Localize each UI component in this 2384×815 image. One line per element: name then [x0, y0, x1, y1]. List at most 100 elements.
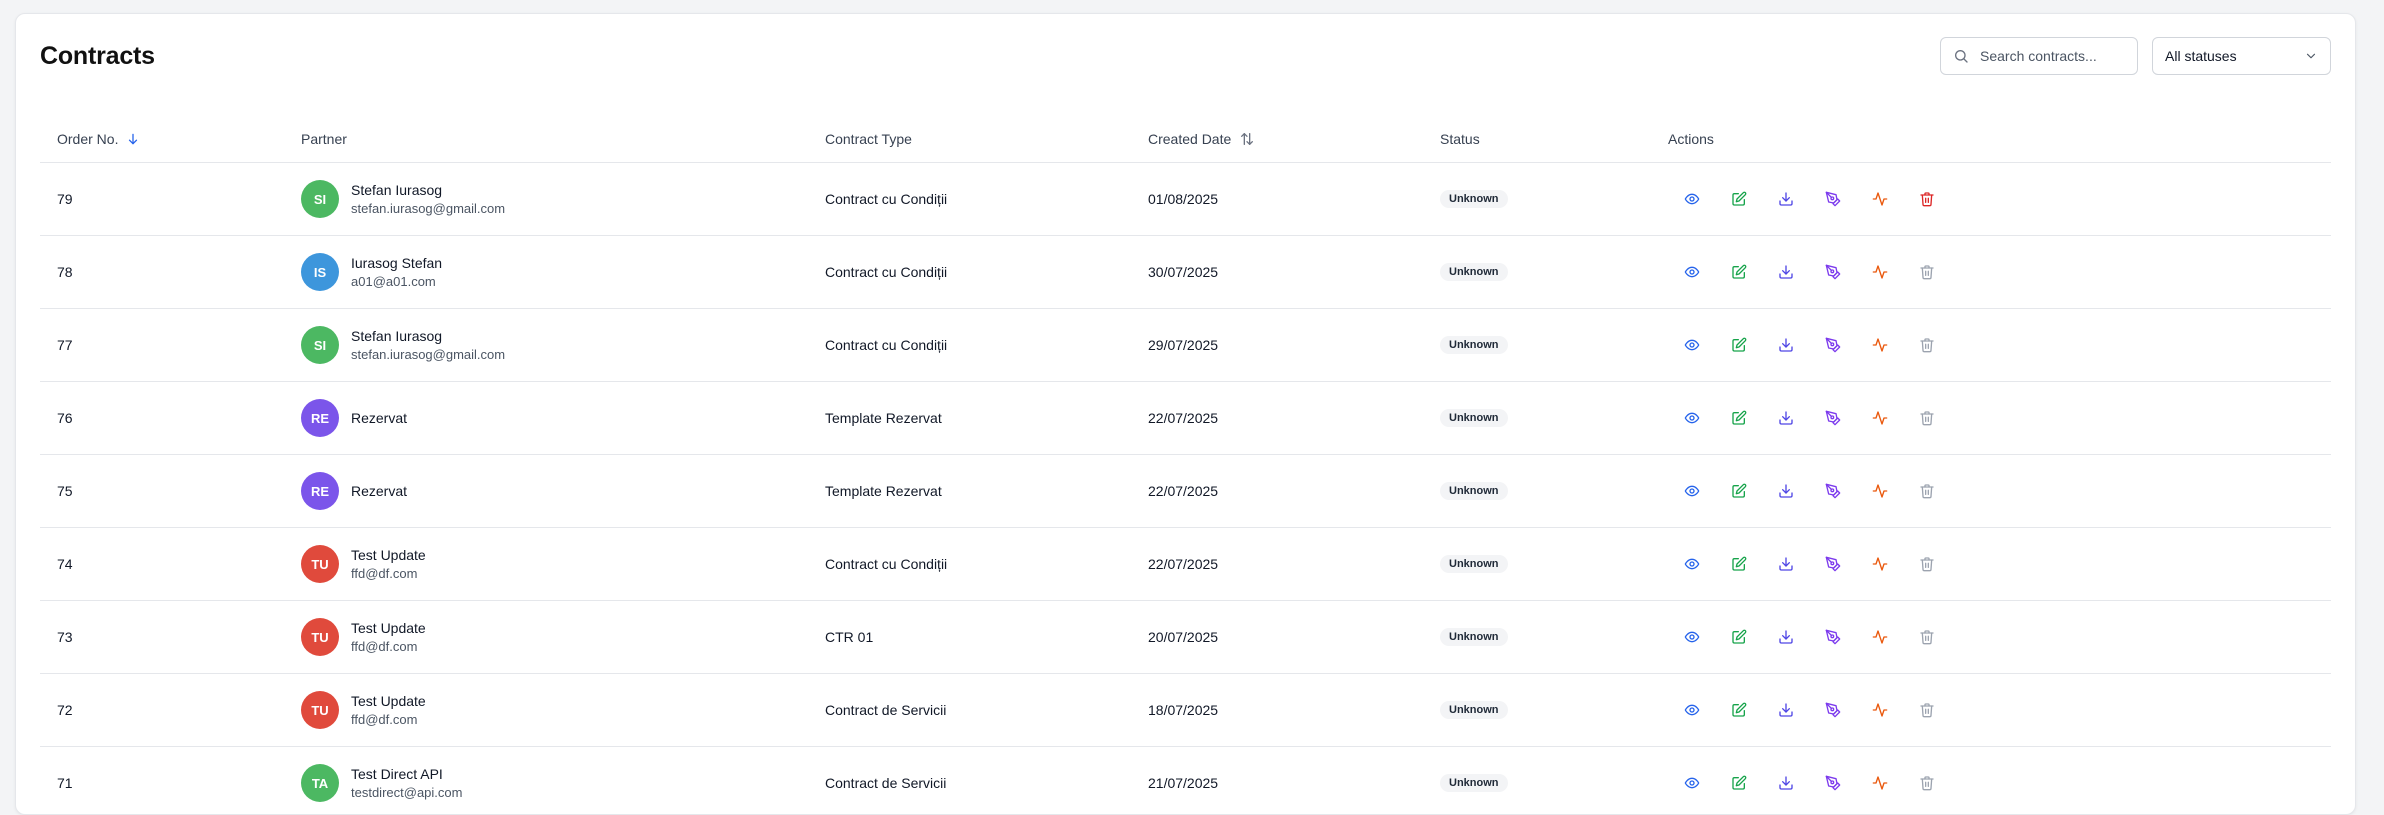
sort-toggle-icon[interactable]: [1239, 131, 1255, 147]
activity-button[interactable]: [1856, 552, 1903, 576]
sort-descending-icon[interactable]: [126, 132, 140, 146]
sign-button[interactable]: [1809, 333, 1856, 357]
column-created-date[interactable]: Created Date: [1148, 131, 1255, 147]
edit-button[interactable]: [1715, 625, 1762, 649]
download-button[interactable]: [1762, 333, 1809, 357]
activity-button[interactable]: [1856, 698, 1903, 722]
contracts-card: Contracts All statuses Order No. Partner…: [15, 13, 2356, 815]
view-button[interactable]: [1668, 479, 1715, 503]
sign-button[interactable]: [1809, 771, 1856, 795]
activity-button[interactable]: [1856, 187, 1903, 211]
status-badge: Unknown: [1440, 555, 1508, 573]
download-button[interactable]: [1762, 625, 1809, 649]
edit-button[interactable]: [1715, 698, 1762, 722]
table-row[interactable]: 76 RE Rezervat Template Rezervat 22/07/2…: [40, 382, 2331, 455]
sign-button[interactable]: [1809, 406, 1856, 430]
avatar-initials: TU: [311, 629, 329, 645]
order-number: 79: [57, 191, 73, 207]
table-row[interactable]: 75 RE Rezervat Template Rezervat 22/07/2…: [40, 455, 2331, 528]
view-button[interactable]: [1668, 260, 1715, 284]
order-number: 71: [57, 775, 73, 791]
search-input[interactable]: [1978, 47, 2132, 65]
download-icon: [1778, 776, 1793, 790]
delete-button[interactable]: [1903, 771, 1950, 795]
partner-cell: SI Stefan Iurasog stefan.iurasog@gmail.c…: [301, 309, 505, 381]
signature-icon: [1825, 410, 1840, 426]
search-box[interactable]: [1940, 37, 2138, 75]
view-button[interactable]: [1668, 552, 1715, 576]
delete-button[interactable]: [1903, 479, 1950, 503]
view-button[interactable]: [1668, 333, 1715, 357]
download-button[interactable]: [1762, 187, 1809, 211]
download-button[interactable]: [1762, 479, 1809, 503]
view-button[interactable]: [1668, 187, 1715, 211]
created-date: 18/07/2025: [1148, 702, 1219, 718]
activity-button[interactable]: [1856, 771, 1903, 795]
table-row[interactable]: 78 IS Iurasog Stefan a01@a01.com Contrac…: [40, 236, 2331, 309]
column-partner: Partner: [301, 131, 347, 147]
avatar-initials: SI: [313, 337, 327, 353]
column-order-no[interactable]: Order No.: [57, 131, 140, 147]
delete-button[interactable]: [1903, 552, 1950, 576]
status-filter-value: All statuses: [2165, 48, 2237, 64]
status-cell: Unknown: [1440, 601, 1508, 673]
partner-info: Test Update ffd@df.com: [351, 546, 426, 583]
delete-button[interactable]: [1903, 260, 1950, 284]
view-button[interactable]: [1668, 771, 1715, 795]
sign-button[interactable]: [1809, 698, 1856, 722]
table-row[interactable]: 72 TU Test Update ffd@df.com Contract de…: [40, 674, 2331, 747]
contract-type: CTR 01: [825, 629, 874, 645]
status-filter-select[interactable]: All statuses: [2152, 37, 2331, 75]
table-row[interactable]: 71 TA Test Direct API testdirect@api.com…: [40, 747, 2331, 814]
delete-button[interactable]: [1903, 187, 1950, 211]
view-button[interactable]: [1668, 625, 1715, 649]
edit-button[interactable]: [1715, 479, 1762, 503]
delete-button[interactable]: [1903, 406, 1950, 430]
eye-icon: [1684, 704, 1699, 716]
activity-button[interactable]: [1856, 333, 1903, 357]
download-button[interactable]: [1762, 552, 1809, 576]
table-row[interactable]: 73 TU Test Update ffd@df.com CTR 01 20/0…: [40, 601, 2331, 674]
delete-button[interactable]: [1903, 625, 1950, 649]
table-row[interactable]: 77 SI Stefan Iurasog stefan.iurasog@gmai…: [40, 309, 2331, 382]
sign-button[interactable]: [1809, 479, 1856, 503]
partner-name: Stefan Iurasog: [351, 327, 443, 344]
sign-button[interactable]: [1809, 625, 1856, 649]
activity-button[interactable]: [1856, 260, 1903, 284]
download-button[interactable]: [1762, 406, 1809, 430]
activity-button[interactable]: [1856, 625, 1903, 649]
avatar: IS: [301, 253, 339, 291]
download-icon: [1778, 338, 1793, 352]
page-title: Contracts: [40, 42, 155, 70]
download-button[interactable]: [1762, 260, 1809, 284]
edit-button[interactable]: [1715, 333, 1762, 357]
edit-button[interactable]: [1715, 406, 1762, 430]
download-button[interactable]: [1762, 771, 1809, 795]
avatar: RE: [301, 472, 339, 510]
view-button[interactable]: [1668, 406, 1715, 430]
activity-icon: [1872, 192, 1887, 206]
delete-button[interactable]: [1903, 333, 1950, 357]
edit-button[interactable]: [1715, 771, 1762, 795]
download-button[interactable]: [1762, 698, 1809, 722]
edit-button[interactable]: [1715, 552, 1762, 576]
status-cell: Unknown: [1440, 747, 1508, 814]
column-contract-type-label: Contract Type: [825, 131, 912, 147]
partner-cell: SI Stefan Iurasog stefan.iurasog@gmail.c…: [301, 163, 505, 235]
activity-icon: [1872, 557, 1887, 571]
eye-icon: [1684, 485, 1699, 497]
table-row[interactable]: 74 TU Test Update ffd@df.com Contract cu…: [40, 528, 2331, 601]
activity-button[interactable]: [1856, 479, 1903, 503]
created-date: 01/08/2025: [1148, 191, 1219, 207]
edit-button[interactable]: [1715, 187, 1762, 211]
view-button[interactable]: [1668, 698, 1715, 722]
activity-button[interactable]: [1856, 406, 1903, 430]
avatar: RE: [301, 399, 339, 437]
partner-name: Iurasog Stefan: [351, 254, 443, 271]
delete-button[interactable]: [1903, 698, 1950, 722]
sign-button[interactable]: [1809, 187, 1856, 211]
table-row[interactable]: 79 SI Stefan Iurasog stefan.iurasog@gmai…: [40, 163, 2331, 236]
sign-button[interactable]: [1809, 552, 1856, 576]
sign-button[interactable]: [1809, 260, 1856, 284]
edit-button[interactable]: [1715, 260, 1762, 284]
